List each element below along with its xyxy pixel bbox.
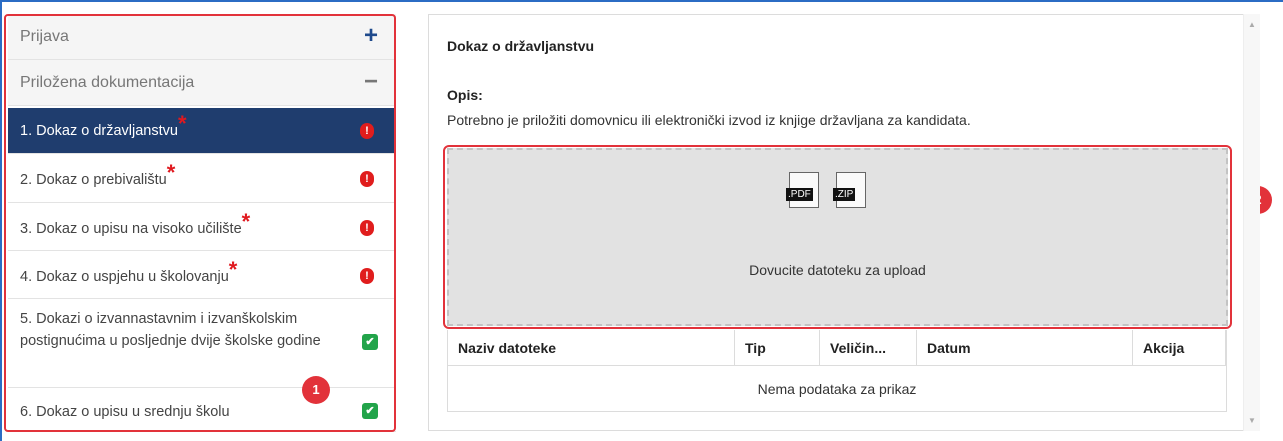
scrollbar[interactable]: ▲ ▼ — [1243, 14, 1260, 431]
annotation-frame-1 — [4, 14, 396, 432]
window-top-border — [0, 0, 1283, 2]
page-title: Dokaz o državljanstvu — [447, 38, 595, 54]
scroll-up-icon[interactable]: ▲ — [1248, 20, 1256, 29]
annotation-badge-1: 1 — [302, 376, 330, 404]
column-header-datum[interactable]: Datum — [917, 330, 1133, 366]
column-header-velicina[interactable]: Veličin... — [820, 330, 917, 366]
files-table: Naziv datoteke Tip Veličin... Datum Akci… — [447, 330, 1227, 412]
description-text: Potrebno je priložiti domovnicu ili elek… — [447, 112, 971, 128]
column-header-akcija: Akcija — [1133, 330, 1226, 366]
annotation-frame-2 — [443, 145, 1232, 329]
empty-table-message: Nema podataka za prikaz — [757, 381, 917, 397]
column-header-naziv[interactable]: Naziv datoteke — [448, 330, 735, 366]
scroll-down-icon[interactable]: ▼ — [1248, 416, 1256, 425]
description-label: Opis: — [447, 87, 483, 103]
column-header-tip[interactable]: Tip — [735, 330, 820, 366]
window-left-border — [0, 0, 2, 441]
